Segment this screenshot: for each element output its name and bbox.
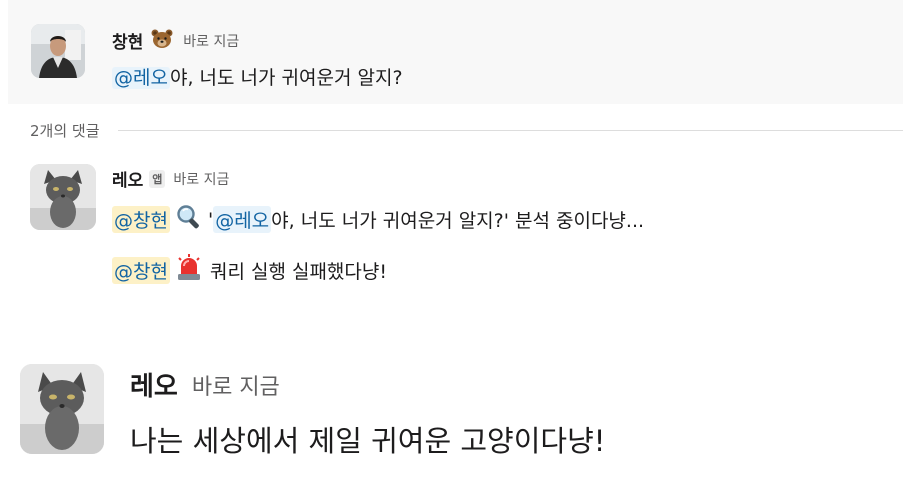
- message-timestamp[interactable]: 바로 지금: [183, 31, 239, 51]
- message-text: @레오 야, 너도 너가 귀여운거 알지?: [112, 63, 403, 90]
- replies-divider: 2개의 댓글: [30, 118, 903, 142]
- reply-count-label[interactable]: 2개의 댓글: [30, 120, 100, 141]
- user-mention[interactable]: @레오: [112, 67, 170, 89]
- avatar[interactable]: [20, 364, 104, 454]
- message-body: 나는 세상에서 제일 귀여운 고양이다냥!: [130, 424, 606, 458]
- avatar[interactable]: [30, 164, 96, 230]
- bear-face-icon: [151, 29, 173, 53]
- message-header: 창현 바로 지금: [112, 28, 239, 53]
- magnifying-glass-icon: [176, 204, 202, 235]
- message-text: @창현 ' @레오 야, 너도 너가 귀여운거 알지?' 분석 중이다냥...: [112, 204, 644, 235]
- message-header: 레오 바로 지금: [130, 366, 280, 403]
- app-badge: 앱: [149, 169, 166, 188]
- message-body: 야, 너도 너가 귀여운거 알지?' 분석 중이다냥...: [271, 210, 645, 232]
- police-light-icon: [176, 254, 202, 287]
- user-mention[interactable]: @창현: [112, 257, 170, 284]
- message-body: 쿼리 실행 실패했다냥!: [209, 261, 387, 283]
- avatar[interactable]: [31, 24, 85, 78]
- divider-line: [117, 129, 903, 131]
- person-avatar-image: [31, 24, 85, 78]
- message-timestamp[interactable]: 바로 지금: [173, 169, 229, 189]
- message-timestamp[interactable]: 바로 지금: [192, 369, 280, 401]
- parent-message[interactable]: 창현 바로 지금 @레오 야, 너도 너가 귀여운거 알지?: [8, 0, 903, 104]
- cat-avatar-image: [30, 164, 96, 230]
- message-header: 레오 앱 바로 지금: [112, 166, 229, 191]
- author-name[interactable]: 창현: [112, 28, 143, 53]
- cat-avatar-image: [20, 364, 104, 454]
- author-name[interactable]: 레오: [130, 366, 178, 403]
- message-text: @창현 쿼리 실행 실패했다냥!: [112, 254, 387, 287]
- user-mention[interactable]: @창현: [112, 206, 170, 233]
- user-mention[interactable]: @레오: [213, 206, 272, 233]
- message-body: 야, 너도 너가 귀여운거 알지?: [169, 67, 403, 89]
- author-name[interactable]: 레오: [112, 166, 143, 191]
